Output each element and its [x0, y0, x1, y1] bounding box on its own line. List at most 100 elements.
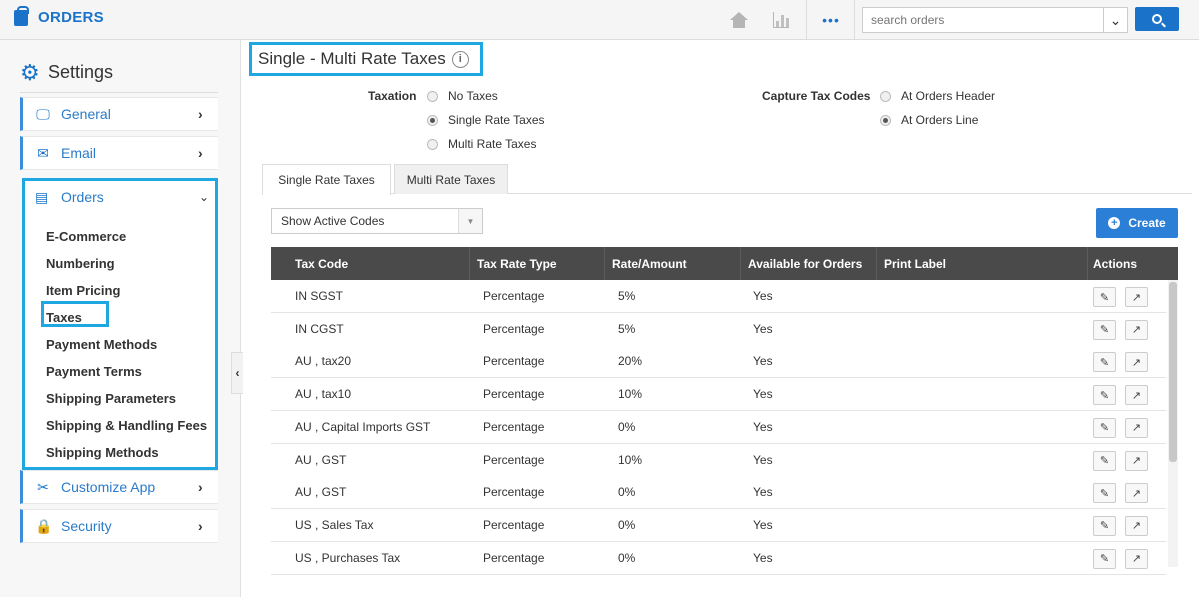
open-details-button[interactable]: ↗: [1125, 319, 1148, 340]
table-row[interactable]: US , Sales Tax Percentage 0% Yes ✎ ↗: [271, 508, 1166, 542]
filter-select[interactable]: Show Active Codes ▼: [271, 208, 483, 234]
open-details-button[interactable]: ↗: [1125, 483, 1148, 504]
cell-rate-amount: 10%: [618, 387, 643, 402]
sidebar-item-email[interactable]: ✉ Email ›: [20, 136, 218, 170]
sidebar-subitem-shipping-parameters[interactable]: Shipping Parameters: [46, 391, 176, 406]
search-dropdown-button[interactable]: ⌄: [1104, 7, 1128, 33]
table-row[interactable]: AU , tax10 Percentage 10% Yes ✎ ↗: [271, 378, 1166, 412]
pencil-icon: ✎: [1099, 553, 1110, 566]
open-details-button[interactable]: ↗: [1125, 352, 1148, 373]
divider: [20, 92, 218, 93]
chevron-right-icon: ›: [198, 145, 203, 161]
pencil-icon: ✎: [1099, 324, 1110, 337]
cell-available-for-orders: Yes: [753, 354, 773, 369]
scrollbar-thumb[interactable]: [1169, 282, 1177, 462]
cell-tax-rate-type: Percentage: [483, 321, 545, 336]
edit-button[interactable]: ✎: [1093, 385, 1116, 406]
edit-button[interactable]: ✎: [1093, 450, 1116, 471]
radio-no-taxes[interactable]: No Taxes: [427, 89, 498, 103]
sidebar-subitem-numbering[interactable]: Numbering: [46, 256, 115, 271]
cell-available-for-orders: Yes: [753, 517, 773, 532]
chevron-left-icon: ‹: [235, 366, 240, 380]
more-button[interactable]: •••: [818, 8, 844, 32]
cell-rate-amount: 0%: [618, 550, 636, 565]
tab-single-rate-taxes[interactable]: Single Rate Taxes: [262, 164, 391, 195]
edit-button[interactable]: ✎: [1093, 319, 1116, 340]
chevron-right-icon: ›: [198, 479, 203, 495]
radio-at-orders-header[interactable]: At Orders Header: [880, 89, 995, 103]
table-row[interactable]: US , Purchases Tax Percentage 0% Yes ✎ ↗: [271, 541, 1166, 575]
settings-sidebar: ⚙ Settings 🖵 General › ✉ Email › ▤ Order…: [0, 40, 241, 597]
table-row[interactable]: AU , tax20 Percentage 20% Yes ✎ ↗: [271, 345, 1166, 379]
cell-rate-amount: 0%: [618, 517, 636, 532]
chevron-right-icon: ›: [198, 518, 203, 534]
column-header-tax-code[interactable]: Tax Code: [288, 247, 468, 280]
radio-multi-rate-taxes[interactable]: Multi Rate Taxes: [427, 137, 536, 151]
create-button[interactable]: + Create: [1096, 208, 1178, 238]
cell-rate-amount: 5%: [618, 321, 636, 336]
sidebar-subitem-item-pricing[interactable]: Item Pricing: [46, 283, 120, 298]
radio-single-rate-taxes[interactable]: Single Rate Taxes: [427, 113, 545, 127]
cell-tax-code: US , Sales Tax: [295, 517, 374, 532]
open-details-button[interactable]: ↗: [1125, 548, 1148, 569]
home-button[interactable]: [726, 8, 752, 32]
cell-tax-rate-type: Percentage: [483, 419, 545, 434]
open-details-button[interactable]: ↗: [1125, 417, 1148, 438]
column-header-available-for-orders[interactable]: Available for Orders: [740, 247, 875, 280]
column-header-rate-amount[interactable]: Rate/Amount: [604, 247, 739, 280]
sidebar-item-general[interactable]: 🖵 General ›: [20, 97, 218, 131]
search-button[interactable]: [1135, 7, 1179, 31]
table-row[interactable]: AU , GST Percentage 10% Yes ✎ ↗: [271, 443, 1166, 477]
open-details-button[interactable]: ↗: [1125, 287, 1148, 307]
sidebar-item-label: Orders: [61, 189, 104, 205]
settings-heading: ⚙ Settings: [20, 61, 113, 83]
reports-button[interactable]: [768, 8, 794, 32]
sidebar-item-customize-app[interactable]: ✂ Customize App ›: [20, 470, 218, 504]
table-row[interactable]: IN CGST Percentage 5% Yes ✎ ↗: [271, 312, 1166, 346]
edit-button[interactable]: ✎: [1093, 287, 1116, 307]
brand[interactable]: ORDERS: [14, 5, 104, 26]
pencil-icon: ✎: [1099, 356, 1110, 369]
tab-multi-rate-taxes[interactable]: Multi Rate Taxes: [394, 164, 508, 194]
sidebar-subitem-shipping-methods[interactable]: Shipping Methods: [46, 445, 159, 460]
radio-at-orders-line[interactable]: At Orders Line: [880, 113, 978, 127]
column-header-print-label[interactable]: Print Label: [876, 247, 1086, 280]
divider: [806, 0, 807, 40]
edit-button[interactable]: ✎: [1093, 483, 1116, 504]
sidebar-item-orders[interactable]: ▤ Orders ⌄: [25, 181, 215, 213]
sidebar-subitem-taxes[interactable]: Taxes: [46, 310, 82, 325]
sidebar-subitem-payment-methods[interactable]: Payment Methods: [46, 337, 157, 352]
edit-button[interactable]: ✎: [1093, 417, 1116, 438]
info-icon[interactable]: i: [451, 50, 469, 68]
table-row[interactable]: AU , GST Percentage 0% Yes ✎ ↗: [271, 476, 1166, 510]
cell-tax-rate-type: Percentage: [483, 517, 545, 532]
cell-tax-code: IN SGST: [295, 289, 344, 303]
sidebar-orders-section: ▤ Orders ⌄ E-Commerce Numbering Item Pri…: [22, 178, 218, 470]
filter-select-value: Show Active Codes: [281, 214, 385, 228]
tools-icon: ✂: [37, 479, 49, 495]
open-details-button[interactable]: ↗: [1125, 385, 1148, 406]
search-input[interactable]: [862, 7, 1104, 33]
table-header: Tax Code Tax Rate Type Rate/Amount Avail…: [271, 247, 1178, 280]
monitor-icon: 🖵: [36, 106, 50, 122]
sidebar-item-security[interactable]: 🔒 Security ›: [20, 509, 218, 543]
open-details-button[interactable]: ↗: [1125, 450, 1148, 471]
table-row[interactable]: AU , Capital Imports GST Percentage 0% Yes ✎…: [271, 410, 1166, 444]
edit-button[interactable]: ✎: [1093, 515, 1116, 536]
sidebar-item-label: Security: [61, 518, 112, 534]
edit-button[interactable]: ✎: [1093, 548, 1116, 569]
orders-icon: ▤: [35, 188, 49, 205]
radio-label: At Orders Line: [901, 113, 979, 127]
sidebar-subitem-ecommerce[interactable]: E-Commerce: [46, 229, 126, 244]
column-header-tax-rate-type[interactable]: Tax Rate Type: [469, 247, 603, 280]
sidebar-subitem-shipping-handling-fees[interactable]: Shipping & Handling Fees: [46, 418, 207, 433]
edit-button[interactable]: ✎: [1093, 352, 1116, 373]
open-details-button[interactable]: ↗: [1125, 515, 1148, 536]
table-row[interactable]: IN SGST Percentage 5% Yes ✎ ↗: [271, 280, 1166, 313]
collapse-sidebar-button[interactable]: ‹: [231, 352, 243, 394]
sidebar-subitem-payment-terms[interactable]: Payment Terms: [46, 364, 142, 379]
chevron-down-icon: ⌄: [199, 190, 210, 204]
radio-icon: [427, 138, 438, 150]
capture-tax-codes-label: Capture Tax Codes: [762, 89, 871, 103]
cell-rate-amount: 10%: [618, 452, 643, 467]
